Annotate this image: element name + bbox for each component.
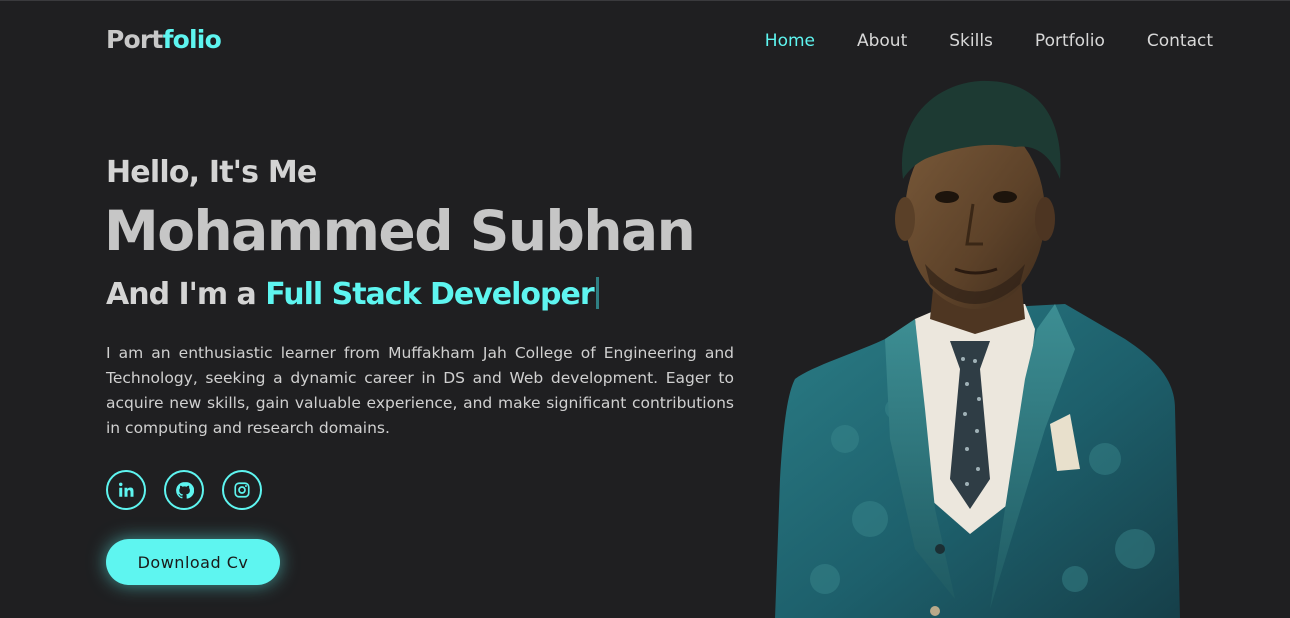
hero-description: I am an enthusiastic learner from Muffak… (106, 344, 734, 437)
role-prefix: And I'm a (106, 277, 266, 312)
github-link[interactable] (164, 470, 204, 510)
role-typed: Full Stack Developer (265, 277, 594, 312)
hero-greeting: Hello, It's Me (106, 155, 317, 190)
nav-about[interactable]: About (857, 31, 907, 51)
logo-prefix: Port (106, 25, 163, 54)
nav-skills[interactable]: Skills (949, 31, 993, 51)
typing-cursor (595, 277, 599, 309)
instagram-icon (234, 482, 250, 498)
nav-home[interactable]: Home (765, 31, 815, 51)
linkedin-icon (119, 482, 134, 497)
nav-portfolio[interactable]: Portfolio (1035, 31, 1105, 51)
logo-suffix: folio (162, 25, 222, 54)
main-nav: Home About Skills Portfolio Contact (723, 31, 1213, 51)
nav-contact[interactable]: Contact (1147, 31, 1213, 51)
profile-photo (775, 80, 1180, 618)
linkedin-link[interactable] (106, 470, 146, 510)
github-icon (175, 481, 194, 499)
hero-name: Mohammed Subhan (104, 199, 696, 263)
page: Portfolio Home About Skills Portfolio Co… (0, 0, 1290, 618)
hero-role: And I'm a Full Stack Developer (106, 277, 599, 312)
social-links (106, 470, 262, 510)
instagram-link[interactable] (222, 470, 262, 510)
download-cv-button[interactable]: Download Cv (106, 539, 280, 585)
logo[interactable]: Portfolio (106, 25, 222, 54)
